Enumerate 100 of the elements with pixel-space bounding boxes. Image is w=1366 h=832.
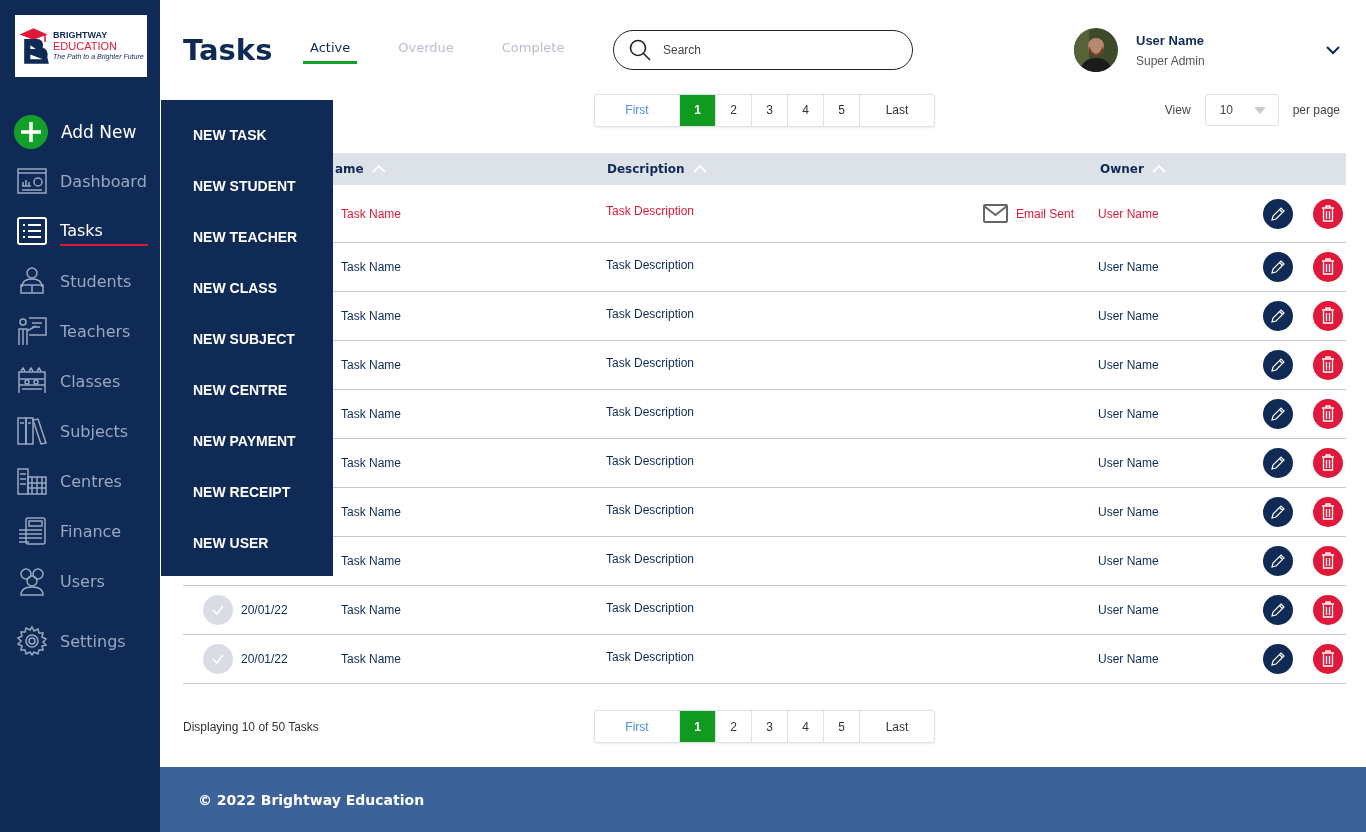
list-icon [16, 215, 48, 247]
search-icon [629, 39, 651, 61]
table-cell: User Name [1098, 358, 1159, 372]
books-icon [16, 415, 48, 447]
sidebar-item[interactable]: Subjects [60, 417, 129, 445]
delete-icon[interactable] [1313, 198, 1343, 229]
table-cell: Task Name [341, 309, 402, 323]
menu-item[interactable]: NEW TASK [193, 126, 333, 145]
sidebar-item[interactable]: Teachers [60, 317, 131, 345]
page-button[interactable]: 3 [751, 94, 787, 126]
delete-icon[interactable] [1313, 595, 1343, 625]
column-header[interactable]: Description [607, 162, 685, 176]
table-cell: User Name [1098, 309, 1159, 323]
per-page-select[interactable]: 10 [1204, 94, 1279, 126]
delete-icon[interactable] [1313, 252, 1343, 282]
page-button[interactable]: 4 [787, 94, 823, 126]
per-page-label: per page [1292, 103, 1340, 117]
teacher-icon [16, 315, 48, 347]
edit-icon[interactable] [1263, 350, 1293, 380]
last-page-button[interactable]: Last [859, 94, 934, 126]
menu-item[interactable]: NEW PAYMENT [193, 432, 333, 451]
delete-icon[interactable] [1313, 546, 1343, 576]
table-cell: Task Name [341, 456, 402, 470]
table-cell: Task Name [341, 206, 402, 221]
page-button[interactable]: 5 [823, 94, 859, 126]
results-summary: Displaying 10 of 50 Tasks [183, 719, 320, 734]
edit-icon[interactable] [1263, 497, 1293, 527]
page-title: Tasks [183, 33, 274, 67]
delete-icon[interactable] [1313, 497, 1343, 527]
table-cell: Task Description [606, 306, 695, 321]
table-cell: Task Description [606, 600, 695, 615]
table-cell: User Name [1098, 407, 1159, 421]
table-cell: Task Description [606, 502, 695, 517]
delete-icon[interactable] [1313, 399, 1343, 429]
table-cell: Task Name [341, 407, 402, 421]
page-button[interactable]: 3 [751, 711, 787, 742]
table-cell: User Name [1098, 652, 1159, 666]
search-field[interactable]: Search [613, 30, 913, 70]
menu-item[interactable]: NEW STUDENT [193, 177, 333, 196]
table-cell: User Name [1098, 260, 1159, 274]
table-cell: Task Name [341, 505, 402, 519]
edit-icon[interactable] [1263, 399, 1293, 429]
page-button[interactable]: 2 [715, 711, 751, 742]
edit-icon[interactable] [1263, 644, 1293, 674]
table-cell: 20/01/22 [241, 603, 288, 617]
last-page-button[interactable]: Last [859, 711, 934, 742]
table-cell: User Name [1098, 456, 1159, 470]
edit-icon[interactable] [1263, 546, 1293, 576]
delete-icon[interactable] [1313, 644, 1343, 674]
delete-icon[interactable] [1313, 350, 1343, 380]
menu-item[interactable]: NEW TEACHER [193, 228, 333, 247]
add-new-button[interactable]: Add New [14, 115, 160, 149]
complete-toggle[interactable] [203, 644, 233, 674]
caret-icon [1253, 106, 1266, 114]
page-button[interactable]: 5 [823, 711, 859, 742]
sidebar-item[interactable]: Dashboard [60, 167, 147, 195]
table-cell: Task Name [341, 554, 402, 568]
page-button[interactable]: 2 [715, 94, 751, 126]
page-button[interactable]: 1 [679, 94, 715, 126]
table-cell: Task Name [341, 652, 402, 666]
column-header[interactable]: ame [335, 162, 364, 176]
edit-icon[interactable] [1263, 595, 1293, 625]
sidebar-item[interactable]: Students [60, 267, 132, 295]
menu-item[interactable]: NEW SUBJECT [193, 330, 333, 349]
table-cell: Task Description [606, 649, 695, 664]
menu-item[interactable]: NEW RECEIPT [193, 483, 333, 502]
complete-toggle[interactable] [203, 595, 233, 625]
table-cell: Task Name [341, 603, 402, 617]
dashboard-icon [16, 165, 48, 197]
delete-icon[interactable] [1313, 301, 1343, 331]
table-cell: Task Description [606, 257, 695, 272]
menu-item[interactable]: NEW USER [193, 534, 333, 553]
plus-icon [14, 115, 48, 149]
edit-icon[interactable] [1263, 301, 1293, 331]
copyright-text: © 2022 Brightway Education [198, 791, 425, 808]
sidebar-item[interactable]: Centres [60, 467, 122, 495]
menu-item[interactable]: NEW CENTRE [193, 381, 333, 400]
edit-icon[interactable] [1263, 448, 1293, 478]
page-button[interactable]: 1 [679, 711, 715, 742]
user-role: Super Admin [1136, 53, 1206, 68]
table-cell: Task Name [341, 260, 402, 274]
calculator-icon [16, 515, 48, 547]
sidebar-item[interactable]: Classes [60, 367, 121, 395]
building-icon [16, 465, 48, 497]
sidebar-item[interactable]: Users [60, 567, 105, 595]
table-cell: Task Description [606, 204, 695, 218]
tab[interactable]: Active [303, 36, 358, 64]
menu-item[interactable]: NEW CLASS [193, 279, 333, 298]
sidebar-item[interactable]: Settings [60, 627, 126, 655]
chevron-down-icon[interactable] [1326, 45, 1340, 55]
page-button[interactable]: 4 [787, 711, 823, 742]
table-cell: User Name [1098, 603, 1159, 617]
table-cell: 20/01/22 [241, 652, 288, 666]
table-cell: Task Description [606, 453, 695, 468]
sidebar-item[interactable]: Finance [60, 517, 122, 545]
edit-icon[interactable] [1263, 252, 1293, 282]
column-header[interactable]: Owner [1100, 162, 1144, 176]
sidebar-item[interactable]: Tasks [60, 216, 148, 246]
delete-icon[interactable] [1313, 448, 1343, 478]
edit-icon[interactable] [1263, 198, 1293, 229]
